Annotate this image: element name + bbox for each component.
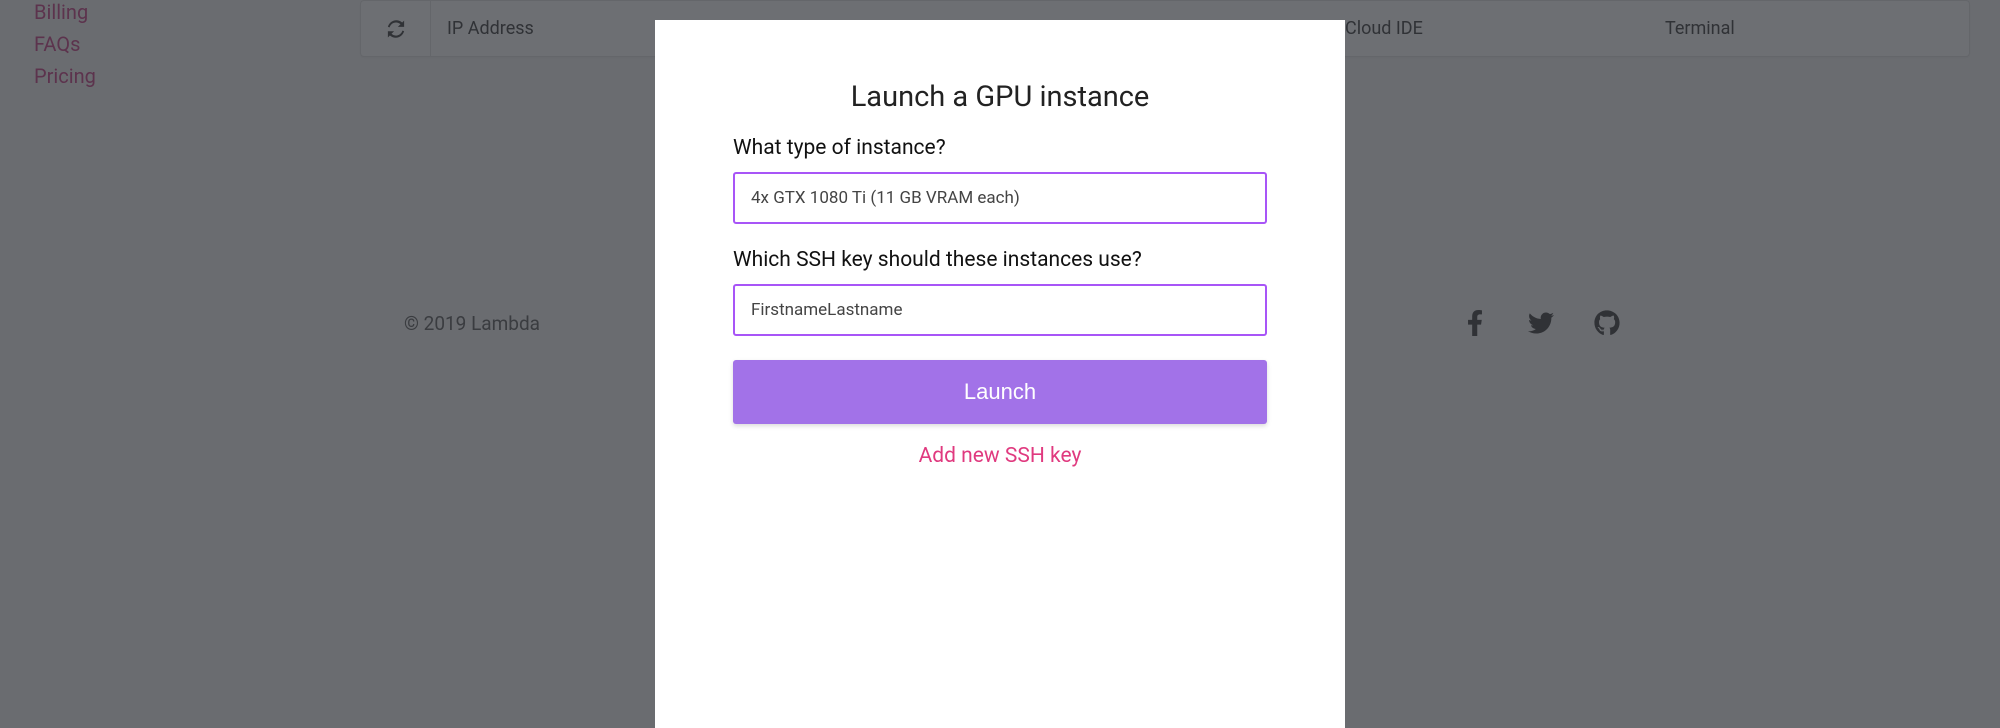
ssh-key-label: Which SSH key should these instances use… xyxy=(733,248,1267,272)
launch-button[interactable]: Launch xyxy=(733,360,1267,424)
modal-title: Launch a GPU instance xyxy=(733,80,1267,114)
add-ssh-key-link[interactable]: Add new SSH key xyxy=(733,444,1267,468)
ssh-key-select[interactable]: FirstnameLastname xyxy=(733,284,1267,336)
instance-type-label: What type of instance? xyxy=(733,136,1267,160)
instance-type-select[interactable]: 4x GTX 1080 Ti (11 GB VRAM each) xyxy=(733,172,1267,224)
launch-instance-modal: Launch a GPU instance What type of insta… xyxy=(655,20,1345,728)
